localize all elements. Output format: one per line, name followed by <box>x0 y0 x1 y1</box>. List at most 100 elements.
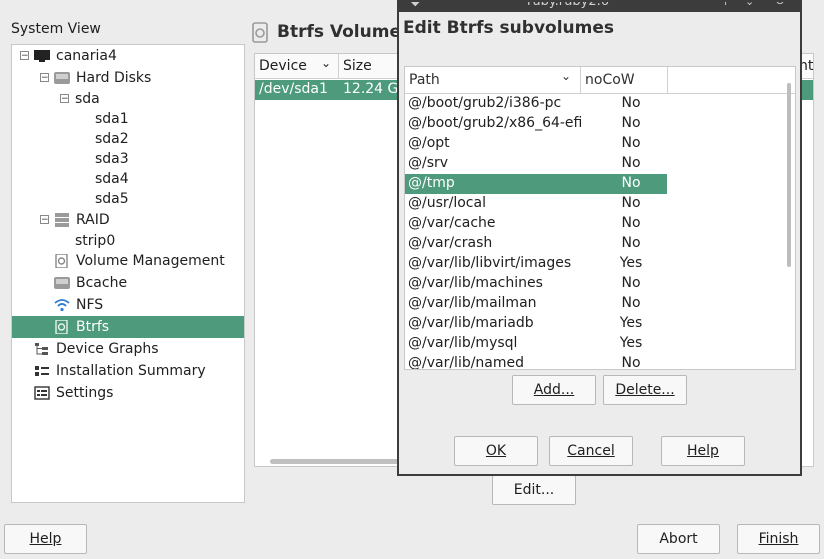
tree-item-hard-disks[interactable]: Hard Disks <box>54 67 151 89</box>
cell-nocow: Yes <box>619 335 643 351</box>
raid-icon <box>55 213 69 227</box>
cell-path: @/var/crash <box>408 235 493 251</box>
tree-item-sda2[interactable]: sda2 <box>95 128 129 150</box>
close-icon[interactable]: ⊗ <box>775 2 785 7</box>
tree-item-raid[interactable]: RAID <box>54 209 110 231</box>
table-row[interactable]: @/var/cache No <box>405 214 667 234</box>
cell-path: @/var/lib/mysql <box>408 335 518 351</box>
abort-button[interactable]: Abort <box>637 524 720 554</box>
bcache-icon <box>54 277 70 289</box>
delete-subvolume-button[interactable]: Delete... <box>603 375 687 405</box>
table-row[interactable]: @/usr/local No <box>405 194 667 214</box>
table-row[interactable]: @/boot/grub2/i386-pc No <box>405 94 667 114</box>
ok-button[interactable]: OK <box>454 436 538 466</box>
help-button[interactable]: Help <box>4 524 87 554</box>
column-divider <box>338 54 339 78</box>
table-row[interactable]: @/var/lib/mysql Yes <box>405 334 667 354</box>
cell-size: 12.24 Gi <box>343 81 403 97</box>
tree-item-sda1[interactable]: sda1 <box>95 108 129 130</box>
cell-nocow: No <box>621 295 641 311</box>
page-title: Btrfs Volumes <box>277 22 412 42</box>
tree-item-btrfs[interactable]: Btrfs <box>12 316 244 338</box>
subvolumes-table[interactable]: Path ⌄ noCoW @/boot/grub2/i386-pc No @/boo… <box>404 66 796 370</box>
cell-path: @/var/cache <box>408 215 496 231</box>
window-menu-icon[interactable]: ◆ <box>411 2 419 8</box>
dialog-help-button[interactable]: Help <box>661 436 745 466</box>
cell-path: @/tmp <box>408 175 455 191</box>
cell-nocow: No <box>621 135 641 151</box>
tree-item-device-graphs[interactable]: Device Graphs <box>34 338 159 360</box>
column-size[interactable]: Size <box>343 58 372 74</box>
column-device[interactable]: Device <box>259 58 307 74</box>
summary-icon <box>35 366 49 376</box>
table-row[interactable]: @/var/lib/mailman No <box>405 294 667 314</box>
table-row[interactable]: @/var/crash No <box>405 234 667 254</box>
tree-item-sda3[interactable]: sda3 <box>95 148 129 170</box>
table-row[interactable]: @/var/lib/named No <box>405 354 667 370</box>
minimize-icon[interactable]: ⌄ <box>745 2 754 8</box>
computer-icon <box>34 50 50 62</box>
cell-path: @/var/lib/mariadb <box>408 315 534 331</box>
add-subvolume-button[interactable]: Add... <box>512 375 596 405</box>
cell-path: @/var/lib/mailman <box>408 295 537 311</box>
cell-nocow: No <box>621 215 641 231</box>
tree-item-sda[interactable]: sda <box>75 88 100 110</box>
system-view-tree[interactable]: − canaria4 − Hard Disks − sda sda1 sda2 … <box>11 44 245 503</box>
horizontal-scrollbar[interactable] <box>270 459 400 464</box>
tree-item-volume-management[interactable]: Volume Management <box>54 250 225 272</box>
column-nocow[interactable]: noCoW <box>581 67 668 93</box>
edit-button[interactable]: Edit... <box>492 475 576 505</box>
tree-item-bcache[interactable]: Bcache <box>54 272 127 294</box>
tree-item-sda5[interactable]: sda5 <box>95 188 129 210</box>
cell-nocow: No <box>621 355 641 370</box>
column-path[interactable]: Path ⌄ <box>405 67 581 93</box>
settings-icon <box>34 386 50 400</box>
cell-nocow: No <box>621 95 641 111</box>
cell-nocow: No <box>621 235 641 251</box>
tree-item-installation-summary[interactable]: Installation Summary <box>34 360 206 382</box>
edit-subvolumes-dialog[interactable]: ruby.ruby2.6 ◆ + ⌄ ⊗ Edit Btrfs subvolum… <box>397 0 802 476</box>
tree-item-nfs[interactable]: NFS <box>54 294 103 316</box>
table-header: Path ⌄ noCoW <box>405 67 795 94</box>
cell-path: @/boot/grub2/x86_64-efi <box>408 115 583 131</box>
cell-path: @/var/lib/libvirt/images <box>408 255 572 271</box>
table-row[interactable]: @/var/lib/libvirt/images Yes <box>405 254 667 274</box>
cell-nocow: No <box>621 275 641 291</box>
cell-path: @/boot/grub2/i386-pc <box>408 95 562 111</box>
cell-path: @/var/lib/machines <box>408 275 543 291</box>
table-row[interactable]: @/opt No <box>405 134 667 154</box>
collapse-toggle[interactable]: − <box>40 215 49 225</box>
system-view-label: System View <box>11 21 101 37</box>
cell-path: @/usr/local <box>408 195 486 211</box>
cell-path: @/var/lib/named <box>408 355 525 370</box>
graph-icon <box>35 343 48 355</box>
table-row[interactable]: @/srv No <box>405 154 667 174</box>
volume-icon <box>55 254 68 268</box>
finish-button[interactable]: Finish <box>737 524 820 554</box>
cell-nocow: No <box>621 195 641 211</box>
chevron-down-icon: ⌄ <box>321 56 332 70</box>
vertical-scrollbar[interactable] <box>785 83 791 353</box>
cell-nocow: Yes <box>619 315 643 331</box>
tree-item-strip0[interactable]: strip0 <box>75 230 115 252</box>
dialog-titlebar[interactable]: ruby.ruby2.6 ◆ + ⌄ ⊗ <box>399 2 800 12</box>
table-row[interactable]: @/boot/grub2/x86_64-efi No <box>405 114 667 134</box>
nfs-icon <box>54 299 70 312</box>
cell-nocow: No <box>621 175 641 191</box>
cell-nocow: No <box>621 115 641 131</box>
cell-nocow: Yes <box>619 255 643 271</box>
collapse-toggle[interactable]: − <box>60 94 69 104</box>
table-row[interactable]: @/tmp No <box>405 174 667 194</box>
scrollbar-thumb[interactable] <box>787 83 791 267</box>
collapse-toggle[interactable]: − <box>40 73 49 83</box>
table-row[interactable]: @/var/lib/machines No <box>405 274 667 294</box>
tree-item-sda4[interactable]: sda4 <box>95 168 129 190</box>
btrfs-icon <box>55 320 68 334</box>
keep-above-icon[interactable]: + <box>721 2 730 8</box>
tree-item-settings[interactable]: Settings <box>34 382 113 404</box>
collapse-toggle[interactable]: − <box>20 51 29 61</box>
table-row[interactable]: @/var/lib/mariadb Yes <box>405 314 667 334</box>
cell-path: @/opt <box>408 135 450 151</box>
tree-item-canaria4[interactable]: canaria4 <box>34 45 117 67</box>
cancel-button[interactable]: Cancel <box>549 436 633 466</box>
